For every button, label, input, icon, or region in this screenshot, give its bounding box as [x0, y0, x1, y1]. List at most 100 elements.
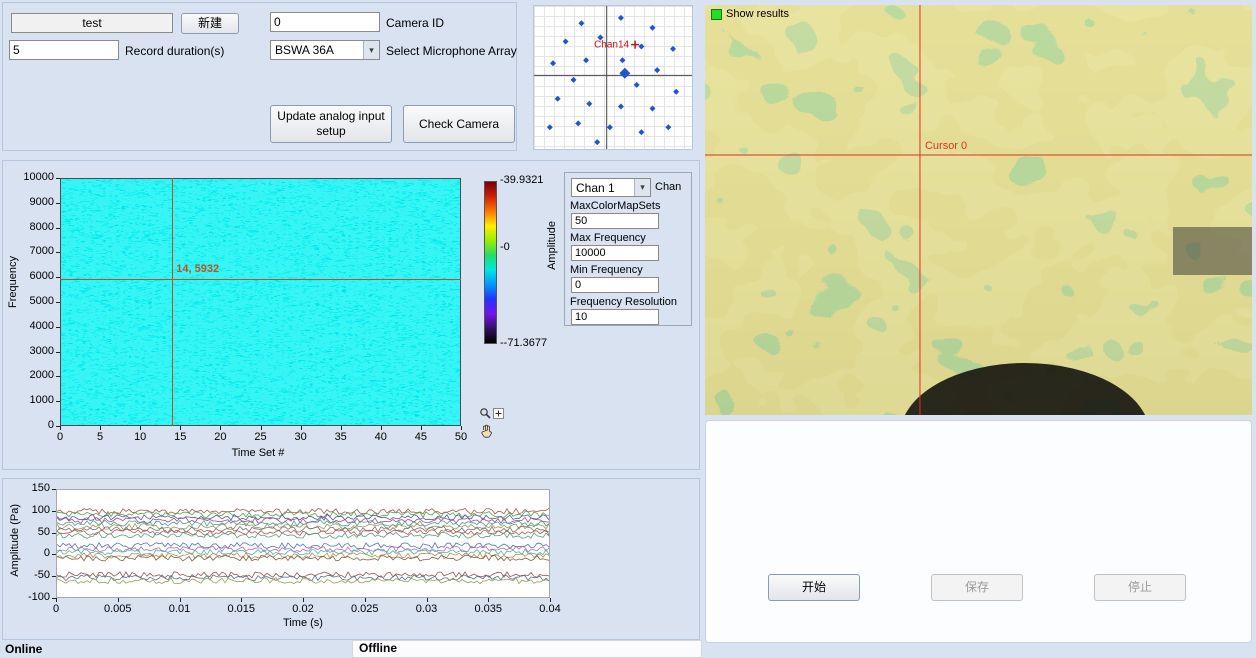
mic-point	[650, 25, 656, 31]
min-frequency-input[interactable]	[571, 277, 659, 293]
spectrogram-cursor-vline[interactable]	[172, 178, 173, 426]
axis-tick-label: 30	[281, 431, 321, 443]
mic-point	[563, 39, 569, 45]
offline-status-label: Offline	[359, 641, 397, 655]
mic-point	[594, 139, 600, 145]
axis-tick-label: 8000	[12, 221, 54, 233]
axis-tick-label: 20	[200, 431, 240, 443]
mic-point	[638, 129, 644, 135]
axis-tick-label: 3000	[12, 345, 54, 357]
axis-tick-label: 4000	[12, 320, 54, 332]
max-frequency-input[interactable]	[571, 245, 659, 261]
new-button[interactable]: 新建	[181, 13, 239, 34]
axis-tick-label: 0	[8, 547, 50, 559]
axis-tick-mark	[488, 598, 489, 602]
max-colormap-label: MaxColorMapSets	[570, 200, 660, 212]
axis-tick-mark	[180, 426, 181, 430]
mic-array-selected-value: BSWA 36A	[275, 43, 334, 57]
camera-id-input[interactable]	[270, 12, 380, 32]
axis-tick-label: 45	[401, 431, 441, 443]
mic-point	[618, 15, 624, 21]
axis-tick-mark	[427, 598, 428, 602]
waveform-plot-area[interactable]	[56, 489, 550, 598]
axis-tick-mark	[56, 327, 60, 328]
mic-point	[634, 82, 640, 88]
frequency-resolution-input[interactable]	[571, 309, 659, 325]
mic-point	[673, 89, 679, 95]
run-control-panel: 开始 保存 停止	[705, 420, 1252, 643]
colorbar-axis-label: Amplitude	[546, 221, 558, 270]
mic-point	[670, 46, 676, 52]
array-cursor-label: Chan14	[594, 40, 629, 51]
axis-tick-mark	[140, 426, 141, 430]
axis-tick-label: 0.025	[345, 603, 385, 615]
spectrogram-plot-area[interactable]	[60, 178, 461, 426]
axis-tick-label: 5	[80, 431, 120, 443]
mic-point	[550, 60, 556, 66]
axis-tick-label: 50	[8, 526, 50, 538]
axis-tick-mark	[220, 426, 221, 430]
mic-point	[618, 104, 624, 110]
spectrogram-x-axis-label: Time Set #	[203, 447, 313, 459]
stop-button[interactable]: 停止	[1094, 574, 1186, 601]
camera-id-label: Camera ID	[386, 16, 444, 30]
show-results-checkbox[interactable]: Show results	[711, 8, 789, 20]
magnifier-icon	[479, 407, 492, 420]
axis-tick-mark	[56, 352, 60, 353]
axis-tick-label: 0.02	[283, 603, 323, 615]
chevron-down-icon: ▾	[363, 41, 379, 59]
offline-status-box: Offline	[352, 640, 702, 658]
axis-tick-label: 5000	[12, 295, 54, 307]
channel-selected-value: Chan 1	[576, 181, 615, 195]
check-camera-button[interactable]: Check Camera	[403, 105, 515, 143]
axis-tick-label: 35	[321, 431, 361, 443]
axis-tick-label: 7000	[12, 245, 54, 257]
axis-tick-mark	[56, 376, 60, 377]
mic-point	[571, 77, 577, 83]
axis-tick-mark	[118, 598, 119, 602]
axis-tick-label: 2000	[12, 369, 54, 381]
mic-point	[620, 57, 626, 63]
mic-point	[665, 124, 671, 130]
axis-tick-label: 15	[160, 431, 200, 443]
acoustic-camera-app: 新建 Record duration(s) Camera ID BSWA 36A…	[0, 0, 1256, 658]
start-button[interactable]: 开始	[768, 574, 860, 601]
channel-select[interactable]: Chan 1 ▾	[571, 178, 651, 197]
axis-tick-label: 100	[8, 504, 50, 516]
axis-tick-label: 0.015	[221, 603, 261, 615]
axis-tick-label: -100	[8, 591, 50, 603]
record-duration-input[interactable]	[9, 40, 119, 60]
zoom-in-icon	[493, 408, 504, 419]
axis-tick-label: 0.01	[160, 603, 200, 615]
zoom-tool-button[interactable]	[479, 407, 504, 420]
axis-tick-label: 1000	[12, 394, 54, 406]
mic-array-plot[interactable]: Chan14	[533, 5, 693, 150]
axis-tick-label: 0	[12, 419, 54, 431]
max-colormap-input[interactable]	[571, 213, 659, 229]
session-name-input[interactable]	[11, 13, 173, 33]
chevron-down-icon: ▾	[634, 179, 650, 196]
mic-point	[583, 57, 589, 63]
axis-tick-mark	[52, 554, 56, 555]
spectrogram-cursor-hline[interactable]	[60, 279, 461, 280]
camera-display[interactable]: Cursor 0 Show results	[705, 5, 1252, 415]
mic-point	[654, 67, 660, 73]
max-frequency-label: Max Frequency	[570, 232, 646, 244]
save-button[interactable]: 保存	[931, 574, 1023, 601]
axis-tick-mark	[381, 426, 382, 430]
mic-point	[638, 44, 644, 50]
pan-tool-button[interactable]	[480, 424, 493, 438]
axis-tick-label: 50	[441, 431, 481, 443]
axis-tick-label: 150	[8, 482, 50, 494]
axis-tick-label: 6000	[12, 270, 54, 282]
waveform-panel: Amplitude (Pa) Time (s) 150100500-50-100…	[2, 478, 700, 640]
mic-array-canvas: Chan14	[534, 6, 692, 149]
axis-tick-mark	[56, 252, 60, 253]
mic-point	[650, 106, 656, 112]
axis-tick-mark	[303, 598, 304, 602]
update-analog-input-button[interactable]: Update analog input setup	[270, 105, 392, 143]
spectrogram-canvas	[61, 179, 460, 425]
axis-tick-mark	[52, 533, 56, 534]
mic-array-select[interactable]: BSWA 36A ▾	[270, 40, 380, 60]
axis-tick-mark	[52, 576, 56, 577]
